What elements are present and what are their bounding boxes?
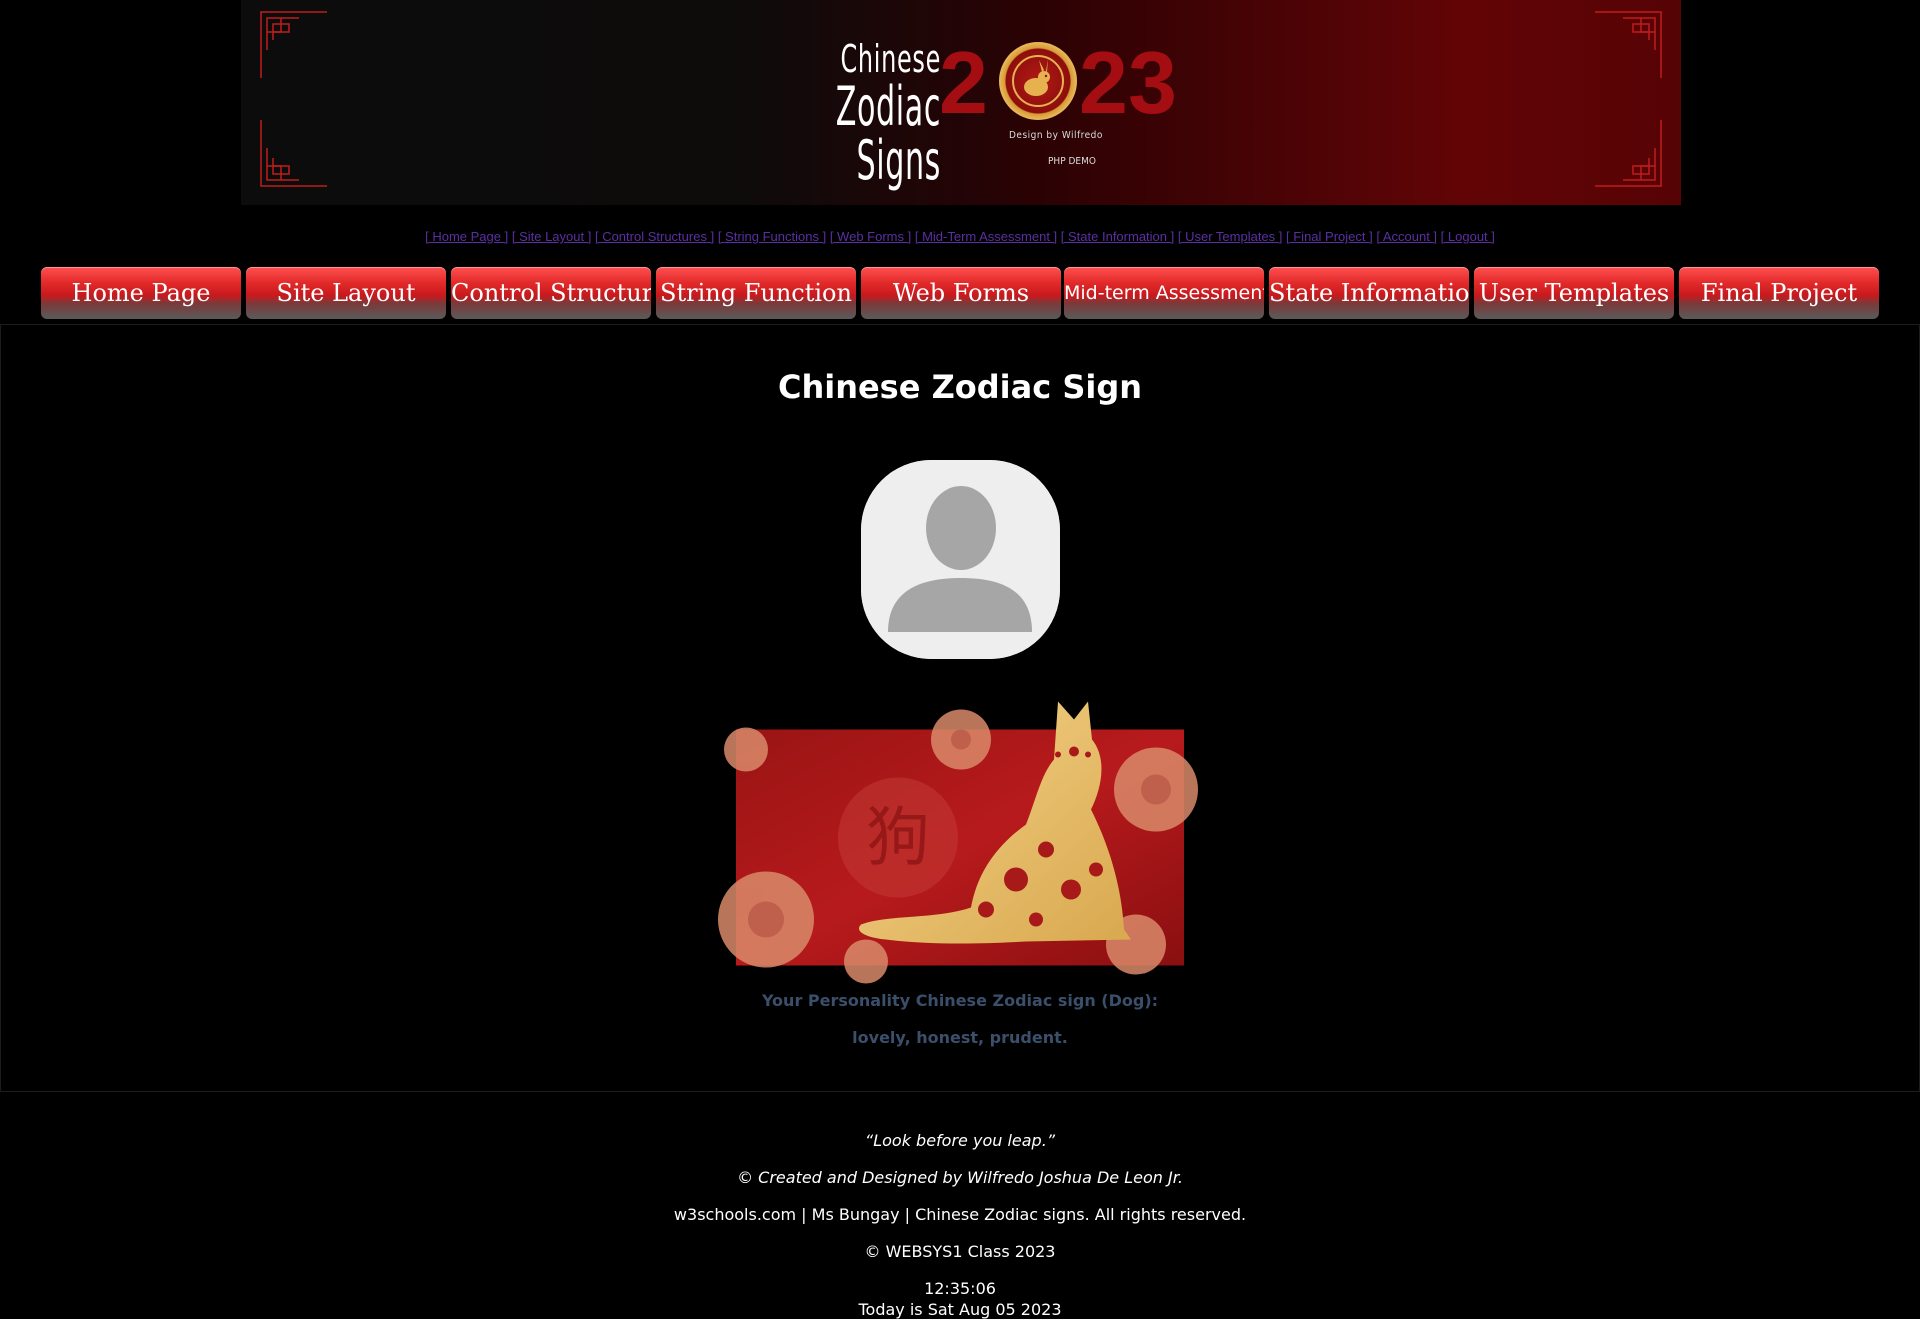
nav-button-site-layout[interactable]: Site Layout [246, 267, 446, 319]
header-banner: Chinese Zodiac Signs 2 23 [241, 0, 1681, 205]
textnav-home-page[interactable]: [ Home Page ] [425, 229, 508, 244]
nav-button-home-page[interactable]: Home Page [41, 267, 241, 319]
php-demo-label: PHP DEMO [1048, 156, 1096, 167]
year-digits-rest: 23 [1079, 33, 1177, 132]
user-avatar [861, 460, 1060, 659]
corner-ornament-icon [259, 118, 329, 188]
personality-traits: lovely, honest, prudent. [852, 1028, 1068, 1047]
textnav-web-forms[interactable]: [ Web Forms ] [830, 229, 911, 244]
footer-credit: © Created and Designed by Wilfredo Joshu… [737, 1168, 1183, 1187]
textnav-string-functions[interactable]: [ String Functions ] [718, 229, 826, 244]
button-navigation: Home Page Site Layout Control Structure … [41, 267, 1879, 319]
textnav-logout[interactable]: [ Logout ] [1441, 229, 1495, 244]
footer-date: Today is Sat Aug 05 2023 [858, 1300, 1062, 1319]
textnav-account[interactable]: [ Account ] [1376, 229, 1437, 244]
zodiac-character: 狗 [866, 802, 930, 876]
year-2023: 2 23 [939, 38, 1439, 128]
site-logo: Chinese Zodiac Signs [741, 40, 941, 188]
page-title: Chinese Zodiac Sign [777, 368, 1143, 406]
textnav-user-templates[interactable]: [ User Templates ] [1178, 229, 1283, 244]
corner-ornament-icon [1593, 10, 1663, 80]
footer-rights: w3schools.com | Ms Bungay | Chinese Zodi… [673, 1205, 1247, 1224]
logo-line-1: Chinese [840, 37, 941, 81]
design-credit: Design by Wilfredo [1009, 130, 1103, 141]
dog-zodiac-illustration: 狗 [718, 701, 1198, 984]
textnav-state-information[interactable]: [ State Information ] [1061, 229, 1174, 244]
corner-ornament-icon [1593, 118, 1663, 188]
dog-zodiac-image: 狗 [718, 701, 1198, 984]
nav-button-state-information[interactable]: State Information [1269, 267, 1469, 319]
rabbit-medallion-icon [999, 42, 1077, 120]
corner-ornament-icon [259, 10, 329, 80]
nav-button-mid-term-assessment[interactable]: Mid-term Assessment [1064, 267, 1264, 319]
footer-class: © WEBSYS1 Class 2023 [864, 1242, 1056, 1261]
personality-heading: Your Personality Chinese Zodiac sign (Do… [761, 991, 1159, 1010]
text-navigation: [ Home Page ] [ Site Layout ] [ Control … [0, 229, 1920, 244]
year-digit-first: 2 [939, 33, 988, 132]
footer-quote: “Look before you leap.” [864, 1131, 1056, 1150]
textnav-mid-term-assessment[interactable]: [ Mid-Term Assessment ] [915, 229, 1057, 244]
nav-button-control-structure[interactable]: Control Structure [451, 267, 651, 319]
textnav-final-project[interactable]: [ Final Project ] [1286, 229, 1373, 244]
nav-button-web-forms[interactable]: Web Forms [861, 267, 1061, 319]
nav-button-user-templates[interactable]: User Templates [1474, 267, 1674, 319]
footer-clock: 12:35:06 [924, 1279, 996, 1298]
textnav-site-layout[interactable]: [ Site Layout ] [512, 229, 592, 244]
nav-button-string-function[interactable]: String Function [656, 267, 856, 319]
textnav-control-structures[interactable]: [ Control Structures ] [595, 229, 714, 244]
nav-button-final-project[interactable]: Final Project [1679, 267, 1879, 319]
default-user-icon [861, 460, 1060, 659]
logo-line-2: Zodiac Signs [835, 75, 941, 192]
